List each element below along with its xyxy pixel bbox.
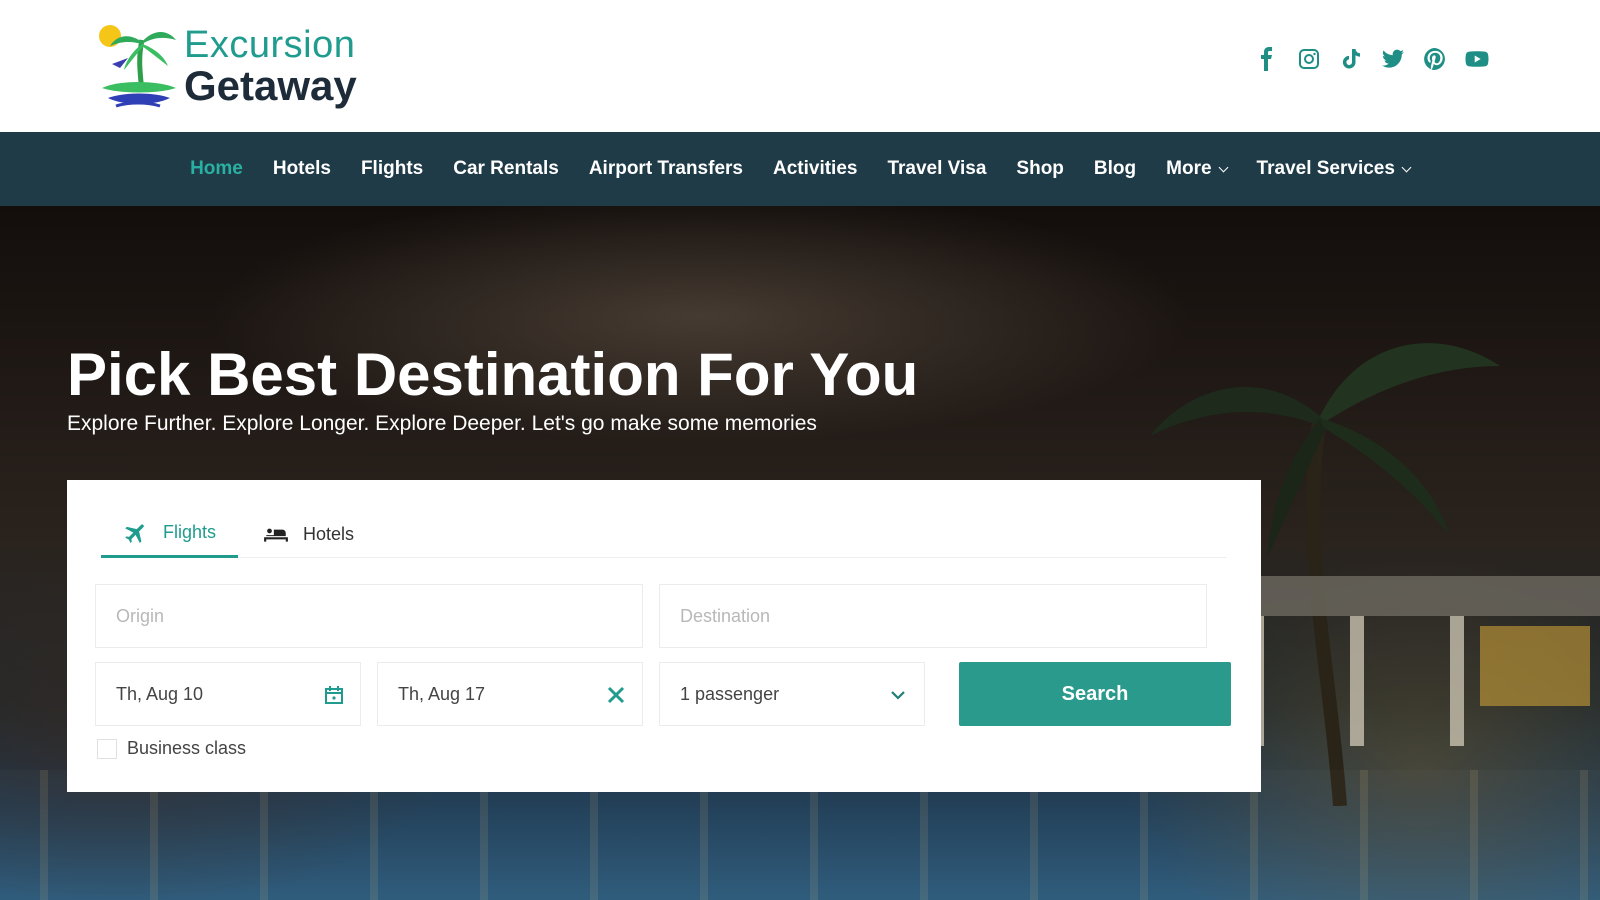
logo[interactable]: Excursion Getaway <box>98 22 378 112</box>
return-date-value: Th, Aug 17 <box>398 683 486 704</box>
nav-item-flights[interactable]: Flights <box>346 158 438 180</box>
nav-item-hotels[interactable]: Hotels <box>258 158 346 180</box>
main-nav: Home Hotels Flights Car Rentals Airport … <box>0 132 1600 206</box>
passengers-select[interactable]: 1 passenger <box>659 662 925 726</box>
nav-item-travel-services[interactable]: Travel Services <box>1242 158 1425 180</box>
logo-text-excursion: Excursion <box>184 24 356 66</box>
nav-label: Activities <box>772 158 858 179</box>
twitter-icon[interactable] <box>1380 46 1406 72</box>
nav-label: Shop <box>1016 158 1064 179</box>
hero-title: Pick Best Destination For You <box>67 341 919 408</box>
business-class-label: Business class <box>127 738 247 758</box>
nav-item-more[interactable]: More <box>1151 158 1241 180</box>
nav-label: More <box>1166 158 1212 179</box>
hero-subtitle: Explore Further. Explore Longer. Explore… <box>67 412 817 435</box>
chevron-down-icon <box>1401 162 1412 172</box>
business-class-row: Business class <box>97 738 246 759</box>
pinterest-icon[interactable] <box>1422 46 1448 72</box>
nav-item-airport-transfers[interactable]: Airport Transfers <box>574 158 758 180</box>
nav-item-activities[interactable]: Activities <box>758 158 872 180</box>
nav-item-car-rentals[interactable]: Car Rentals <box>438 158 574 180</box>
search-card: Flights Hotels Origin Destination Th, Au… <box>67 480 1261 792</box>
logo-text-getaway: Getaway <box>184 62 357 109</box>
nav-item-blog[interactable]: Blog <box>1079 158 1151 180</box>
youtube-icon[interactable] <box>1464 46 1490 72</box>
return-date-field[interactable]: Th, Aug 17 <box>377 662 643 726</box>
nav-label: Home <box>190 158 243 179</box>
depart-date-value: Th, Aug 10 <box>116 683 204 704</box>
calendar-icon[interactable] <box>322 683 346 707</box>
airplane-icon <box>125 524 144 543</box>
instagram-icon[interactable] <box>1296 46 1322 72</box>
destination-input[interactable]: Destination <box>659 584 1207 648</box>
facebook-icon[interactable] <box>1254 46 1280 72</box>
bed-icon <box>264 526 288 542</box>
passengers-value: 1 passenger <box>680 683 780 704</box>
nav-label: Travel Visa <box>887 158 987 179</box>
tab-label: Hotels <box>303 523 355 544</box>
social-links <box>1254 46 1490 72</box>
nav-item-home[interactable]: Home <box>175 158 258 180</box>
search-tabs: Flights Hotels <box>101 510 1227 558</box>
site-header: Excursion Getaway <box>0 0 1600 132</box>
business-class-checkbox[interactable] <box>97 738 117 759</box>
clear-x-icon[interactable] <box>604 683 628 707</box>
tiktok-icon[interactable] <box>1338 46 1364 72</box>
search-button[interactable]: Search <box>959 662 1231 726</box>
origin-placeholder: Origin <box>116 605 165 626</box>
logo-palm-icon <box>99 25 176 108</box>
nav-label: Hotels <box>272 158 331 179</box>
nav-item-shop[interactable]: Shop <box>1001 158 1079 180</box>
nav-item-travel-visa[interactable]: Travel Visa <box>872 158 1001 180</box>
nav-label: Airport Transfers <box>588 158 743 179</box>
tab-label: Flights <box>163 522 217 542</box>
nav-label: Blog <box>1093 158 1137 179</box>
tab-hotels[interactable]: Hotels <box>241 510 376 558</box>
chevron-down-icon <box>1218 162 1228 172</box>
nav-label: Travel Services <box>1256 158 1395 179</box>
tab-flights[interactable]: Flights <box>101 510 239 558</box>
depart-date-field[interactable]: Th, Aug 10 <box>95 662 361 726</box>
destination-placeholder: Destination <box>680 605 771 626</box>
chevron-down-icon <box>891 691 905 700</box>
nav-label: Car Rentals <box>453 158 559 179</box>
origin-input[interactable]: Origin <box>95 584 643 648</box>
nav-label: Flights <box>360 158 424 179</box>
